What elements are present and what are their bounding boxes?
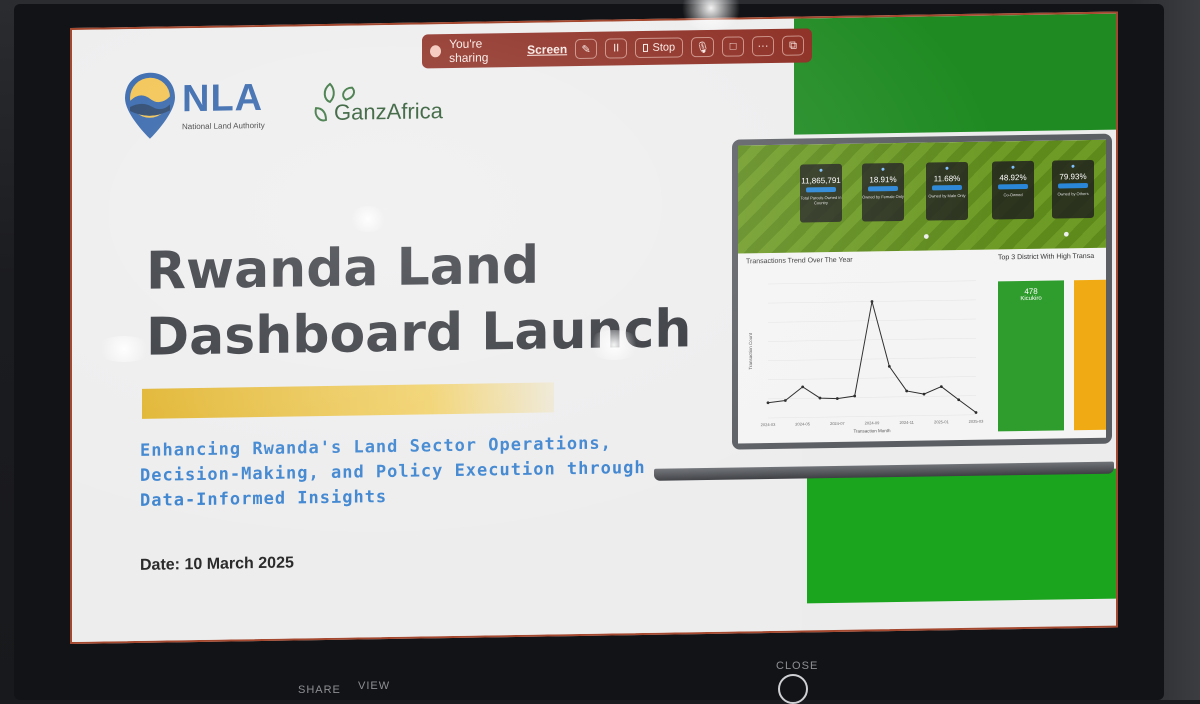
grid-line bbox=[768, 357, 976, 360]
kpi-value: 11,865,791 bbox=[800, 176, 842, 186]
grid-line bbox=[768, 396, 976, 399]
kpi-icon: ● bbox=[862, 166, 904, 174]
screen-share-bar: You're sharing Screen ✎ II Stop 🎙 □ ··· … bbox=[422, 28, 812, 68]
view-button[interactable]: VIEW bbox=[358, 680, 390, 692]
stop-icon bbox=[643, 44, 648, 52]
kpi-tag bbox=[998, 184, 1028, 189]
grid-line bbox=[768, 319, 976, 322]
stop-label: Stop bbox=[652, 41, 675, 53]
grid-line bbox=[768, 376, 976, 379]
laptop-mockup: ●11,865,791 Total Parcels Owned in Count… bbox=[732, 134, 1112, 450]
title-line-2: Dashboard Launch bbox=[146, 295, 786, 371]
dashboard-preview: ●11,865,791 Total Parcels Owned in Count… bbox=[738, 140, 1106, 444]
x-tick-label: 2025-01 bbox=[934, 419, 949, 424]
x-tick-label: 2024-03 bbox=[761, 422, 776, 427]
data-point bbox=[853, 395, 856, 398]
nla-logo: NLA National Land Authority bbox=[122, 69, 282, 142]
kpi-caption: Co-Owned bbox=[992, 192, 1034, 198]
green-block-bottom bbox=[807, 469, 1118, 604]
location-pin-icon: ● bbox=[923, 230, 933, 244]
x-tick-label: 2024-11 bbox=[899, 420, 914, 425]
share-button[interactable]: SHARE bbox=[298, 684, 341, 696]
annotate-button[interactable]: ✎ bbox=[575, 39, 597, 59]
district-bar-label: Kicukiro bbox=[1020, 296, 1041, 302]
data-point bbox=[767, 401, 770, 404]
title-line-1: Rwanda Land bbox=[146, 229, 786, 305]
district-bar: 478 Kicukiro bbox=[998, 280, 1064, 431]
grid-line bbox=[768, 338, 976, 341]
kpi-value: 79.93% bbox=[1052, 172, 1094, 182]
popout-icon[interactable]: ⧉ bbox=[782, 35, 804, 55]
shared-source-link[interactable]: Screen bbox=[527, 42, 567, 57]
x-tick-label: 2024-05 bbox=[795, 421, 810, 426]
data-point bbox=[923, 393, 926, 396]
slide-subtitle: Enhancing Rwanda's Land Sector Operation… bbox=[140, 431, 660, 514]
ganzafrica-wordmark: GanzAfrica bbox=[334, 98, 443, 126]
green-block-top bbox=[794, 14, 1118, 135]
x-tick-label: 2024-07 bbox=[830, 421, 845, 426]
district-bar bbox=[1074, 280, 1106, 431]
nla-wordmark: NLA bbox=[182, 77, 263, 121]
kpi-value: 48.92% bbox=[992, 173, 1034, 183]
kpi-card: ●18.91% Owned by Female Only bbox=[862, 163, 904, 222]
dashboard-hero bbox=[738, 140, 1106, 254]
kpi-icon: ● bbox=[926, 165, 968, 173]
kpi-card: ●11,865,791 Total Parcels Owned in Count… bbox=[800, 164, 842, 223]
data-point bbox=[784, 399, 787, 402]
kpi-value: 18.91% bbox=[862, 175, 904, 185]
grid-line bbox=[768, 281, 976, 284]
kpi-icon: ● bbox=[1052, 163, 1094, 171]
microphone-icon[interactable]: 🎙 bbox=[691, 37, 714, 57]
ganzafrica-logo: GanzAfrica bbox=[312, 76, 462, 138]
kpi-caption: Owned by Female Only bbox=[862, 194, 904, 200]
x-axis-label: Transaction Month bbox=[853, 428, 891, 434]
kpi-card: ●48.92% Co-Owned bbox=[992, 161, 1034, 220]
x-tick-label: 2024-09 bbox=[865, 420, 880, 425]
kpi-value: 11.68% bbox=[926, 174, 968, 184]
map-pin-icon bbox=[122, 70, 178, 141]
slide-date: Date: 10 March 2025 bbox=[140, 554, 294, 574]
close-label: CLOSE bbox=[776, 660, 818, 672]
more-options-button[interactable]: ··· bbox=[752, 36, 774, 56]
kpi-icon: ● bbox=[992, 164, 1034, 172]
kpi-tag bbox=[932, 185, 962, 190]
kpi-tag bbox=[1058, 183, 1088, 188]
location-pin-icon: ● bbox=[1063, 228, 1073, 242]
trend-line-chart: 2024-03 2024-05 2024-07 2024-09 2024-11 2025-… bbox=[744, 267, 984, 441]
data-point bbox=[871, 300, 874, 303]
presentation-screen: NLA National Land Authority GanzAfrica R… bbox=[70, 12, 1118, 644]
nla-subtitle: National Land Authority bbox=[182, 121, 265, 131]
camera-icon[interactable]: □ bbox=[722, 36, 744, 56]
kpi-tag bbox=[806, 187, 836, 192]
x-tick-label: 2025-03 bbox=[969, 419, 984, 424]
top-districts-chart: 478 Kicukiro bbox=[996, 270, 1106, 432]
top-districts-title: Top 3 District With High Transa bbox=[998, 253, 1094, 262]
sharing-status-text: You're sharing bbox=[449, 36, 519, 65]
kpi-tag bbox=[868, 186, 898, 191]
kpi-caption: Owned by Others bbox=[1052, 191, 1094, 197]
kpi-caption: Owned by Male Only bbox=[926, 193, 968, 199]
stop-sharing-button[interactable]: Stop bbox=[635, 37, 683, 58]
pause-sharing-button[interactable]: II bbox=[605, 38, 627, 58]
kpi-card: ●79.93% Owned by Others bbox=[1052, 160, 1094, 219]
kpi-icon: ● bbox=[800, 167, 842, 175]
trend-chart-title: Transactions Trend Over The Year bbox=[746, 257, 853, 266]
grid-line bbox=[768, 415, 976, 418]
kpi-card: ●11.68% Owned by Male Only bbox=[926, 162, 968, 221]
kpi-caption: Total Parcels Owned in Country bbox=[800, 195, 842, 206]
y-axis-label: Transaction Count bbox=[748, 332, 753, 369]
recording-dot-icon bbox=[430, 45, 441, 57]
slide-title: Rwanda Land Dashboard Launch bbox=[146, 229, 786, 371]
